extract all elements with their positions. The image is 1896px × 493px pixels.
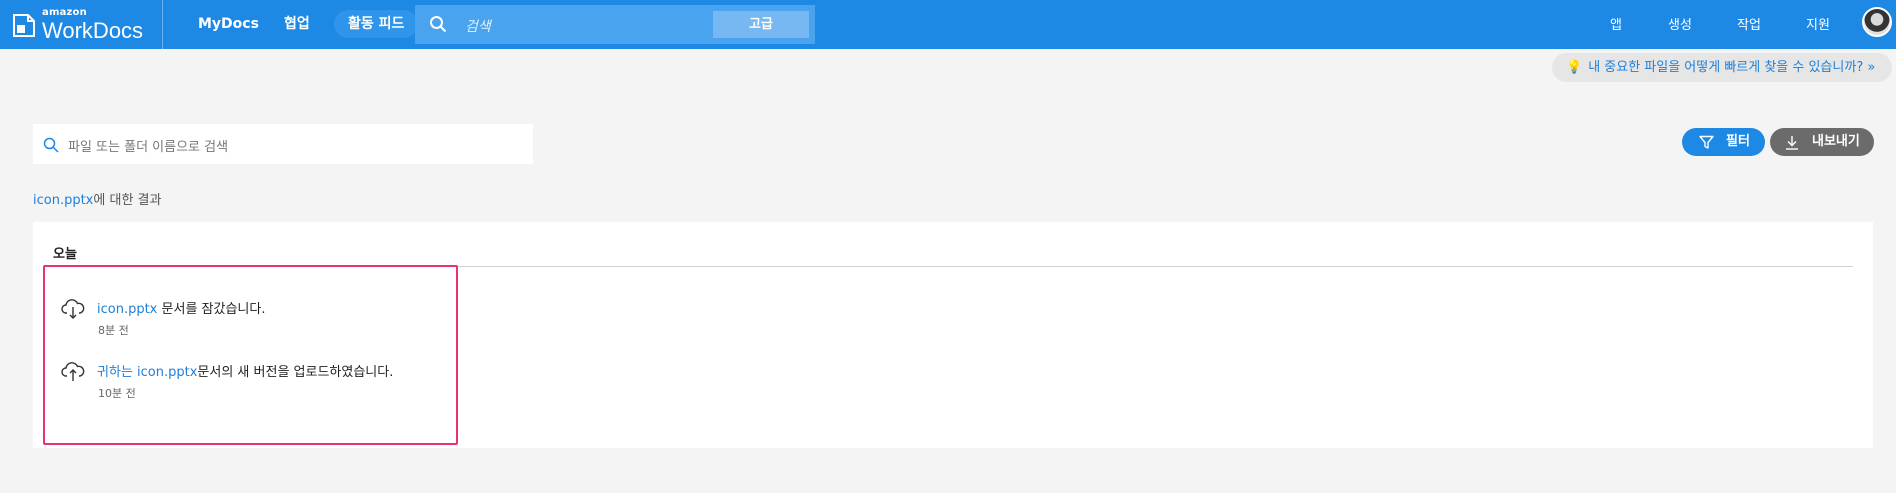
activity-time: 8분 전: [98, 324, 129, 337]
nav-activity-feed[interactable]: 활동 피드: [334, 10, 419, 38]
file-search-input[interactable]: 파일 또는 폴더 이름으로 검색: [33, 124, 533, 164]
activity-time: 10분 전: [98, 387, 136, 400]
logo-small-text: amazon: [42, 7, 87, 18]
logo-big-text: WorkDocs: [42, 18, 144, 43]
activity-description: 문서의 새 버전을 업로드하였습니다.: [197, 365, 394, 380]
activity-file-link[interactable]: icon.pptx: [137, 365, 197, 380]
activity-text: icon.pptx 문서를 잠갔습니다.: [97, 298, 265, 317]
results-suffix: 에 대한 결과: [93, 193, 162, 208]
filter-button[interactable]: 필터: [1682, 128, 1765, 156]
activity-results-panel: 오늘 icon.pptx 문서를 잠갔습니다. 8분 전 귀하는 icon.pp…: [33, 222, 1873, 448]
nav-create[interactable]: 생성: [1668, 14, 1692, 33]
nav-mydocs[interactable]: MyDocs: [198, 10, 259, 38]
global-search-box[interactable]: 검색 고급: [415, 5, 815, 44]
workdocs-logo[interactable]: amazon WorkDocs: [12, 6, 162, 44]
lightbulb-icon: 💡: [1566, 60, 1583, 75]
document-logo-icon: [13, 14, 35, 37]
results-for-label: icon.pptx에 대한 결과: [33, 189, 161, 208]
nav-collab[interactable]: 협업: [284, 10, 310, 38]
search-icon: [430, 16, 447, 33]
search-icon: [43, 137, 59, 153]
activity-file-link[interactable]: icon.pptx: [97, 302, 157, 317]
export-button[interactable]: 내보내기: [1770, 128, 1874, 156]
activity-user-link[interactable]: 귀하는: [97, 365, 133, 380]
activity-description: 문서를 잠갔습니다.: [157, 302, 266, 317]
download-icon: [1786, 136, 1798, 150]
top-nav-bar: amazon WorkDocs MyDocs 협업 활동 피드 검색 고급 앱 …: [0, 0, 1896, 49]
group-title-today: 오늘: [53, 247, 77, 262]
nav-support[interactable]: 지원: [1806, 14, 1830, 33]
file-search-placeholder: 파일 또는 폴더 이름으로 검색: [68, 140, 229, 155]
highlight-box: [43, 265, 458, 445]
user-avatar[interactable]: [1862, 7, 1892, 37]
advanced-search-button[interactable]: 고급: [713, 11, 809, 38]
results-query[interactable]: icon.pptx: [33, 193, 93, 208]
cloud-download-icon: [61, 299, 85, 319]
nav-apps[interactable]: 앱: [1610, 14, 1622, 33]
header-divider: [162, 0, 163, 49]
filter-icon: [1699, 135, 1714, 149]
filter-button-label: 필터: [1726, 134, 1750, 149]
tip-text: 내 중요한 파일을 어떻게 빠르게 찾을 수 있습니까? »: [1588, 60, 1876, 75]
cloud-upload-icon: [61, 362, 85, 381]
activity-text: 귀하는 icon.pptx문서의 새 버전을 업로드하였습니다.: [97, 361, 393, 380]
tip-link[interactable]: 💡 내 중요한 파일을 어떻게 빠르게 찾을 수 있습니까? »: [1552, 53, 1892, 82]
global-search-placeholder: 검색: [465, 19, 491, 35]
export-button-label: 내보내기: [1812, 134, 1860, 149]
nav-tasks[interactable]: 작업: [1737, 14, 1761, 33]
